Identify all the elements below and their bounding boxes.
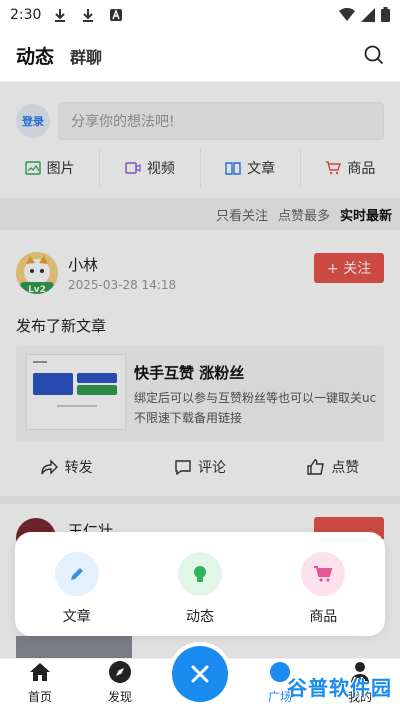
watermark-logo: 谷普软件园 [287, 676, 392, 700]
publish-goods-option[interactable]: 商品 [262, 532, 385, 636]
nav-label: 发现 [107, 690, 132, 704]
publish-menu: 文章 动态 商品 [15, 532, 385, 636]
pencil-icon [54, 552, 99, 596]
signal-icon [361, 7, 375, 22]
app-store-icon [109, 8, 123, 22]
nav-home[interactable]: 首页 [0, 659, 80, 711]
tab-group-chat[interactable]: 群聊 [70, 44, 102, 68]
publish-option-label: 文章 [62, 609, 91, 625]
search-icon[interactable] [362, 43, 386, 67]
top-header: 动态 群聊 [0, 30, 400, 82]
nav-label: 首页 [27, 690, 52, 704]
bulb-icon [177, 552, 222, 596]
download-icon [81, 8, 95, 22]
wifi-icon [339, 7, 355, 21]
compass-icon [109, 661, 131, 683]
cart-icon [301, 552, 346, 596]
publish-option-label: 动态 [185, 609, 214, 625]
close-icon [191, 665, 209, 683]
status-time: 2:30 [10, 7, 42, 23]
download-icon [53, 8, 67, 22]
publish-dynamic-option[interactable]: 动态 [138, 532, 261, 636]
status-bar: 2:30 [0, 0, 400, 30]
publish-article-option[interactable]: 文章 [15, 532, 138, 636]
close-publish-button[interactable] [172, 646, 228, 702]
publish-option-label: 商品 [309, 609, 338, 625]
nav-discover[interactable]: 发现 [80, 659, 160, 711]
battery-icon [381, 7, 390, 22]
home-icon [30, 663, 50, 681]
tab-dynamics[interactable]: 动态 [16, 42, 54, 69]
